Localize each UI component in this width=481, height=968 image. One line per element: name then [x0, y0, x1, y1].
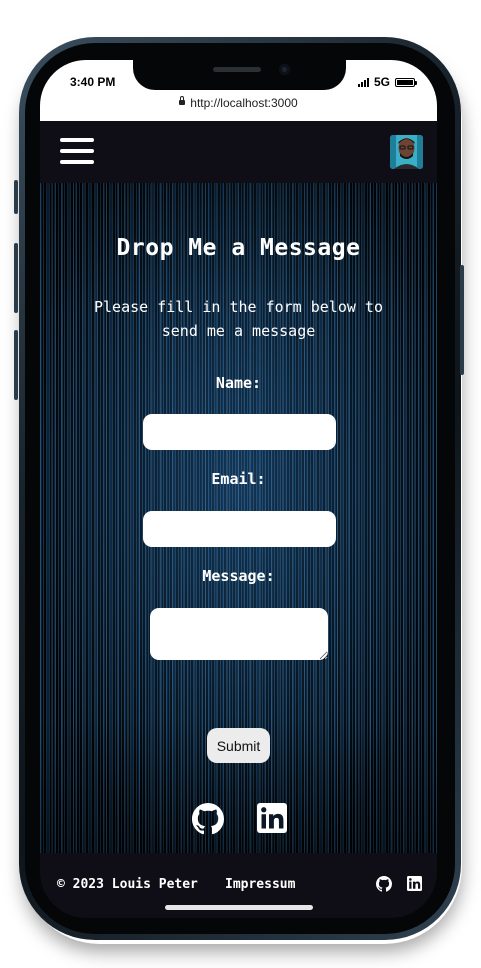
notch	[133, 60, 346, 90]
footer: © 2023 Louis Peter Impressum	[40, 853, 437, 918]
power-button	[460, 265, 464, 375]
mute-switch	[14, 180, 18, 214]
form-description: Please fill in the form below to send me…	[94, 298, 383, 340]
message-label: Message:	[202, 567, 275, 585]
github-icon[interactable]	[192, 803, 224, 839]
avatar-image	[390, 135, 423, 169]
name-input[interactable]	[143, 414, 336, 450]
footer-social	[376, 876, 422, 892]
submit-button[interactable]: Submit	[207, 728, 270, 763]
avatar[interactable]	[390, 135, 423, 169]
contact-section: Drop Me a Message Please fill in the for…	[40, 183, 437, 853]
page-title: Drop Me a Message	[116, 235, 361, 261]
linkedin-glyph	[257, 803, 287, 833]
volume-down-button	[14, 330, 18, 400]
github-icon[interactable]	[376, 876, 392, 892]
name-label: Name:	[215, 374, 262, 392]
speaker	[213, 67, 261, 72]
lock-icon	[179, 96, 186, 106]
top-nav	[40, 121, 437, 183]
home-indicator	[165, 905, 313, 910]
linkedin-icon[interactable]	[257, 803, 287, 837]
email-input[interactable]	[143, 511, 336, 547]
github-glyph	[192, 803, 224, 835]
impressum-link[interactable]: Impressum	[225, 877, 295, 892]
battery-icon	[395, 77, 417, 87]
volume-up-button	[14, 243, 18, 313]
linkedin-icon[interactable]	[407, 876, 422, 891]
phone-screen: 3:40 PM 5G http://localhost:3000 Drop Me…	[40, 60, 437, 918]
status-bar: 3:40 PM 5G http://localhost:3000	[40, 60, 437, 121]
status-time: 3:40 PM	[70, 75, 116, 89]
email-label: Email:	[211, 470, 266, 488]
signal-icon	[357, 77, 369, 87]
front-camera	[279, 64, 290, 75]
address-url: http://localhost:3000	[190, 96, 298, 110]
hamburger-menu-icon[interactable]	[60, 137, 94, 165]
address-bar[interactable]: http://localhost:3000	[40, 96, 437, 110]
message-textarea[interactable]	[150, 608, 328, 660]
footer-copyright: © 2023 Louis Peter	[57, 877, 198, 892]
network-type: 5G	[373, 75, 390, 89]
status-indicators: 5G	[357, 75, 417, 89]
